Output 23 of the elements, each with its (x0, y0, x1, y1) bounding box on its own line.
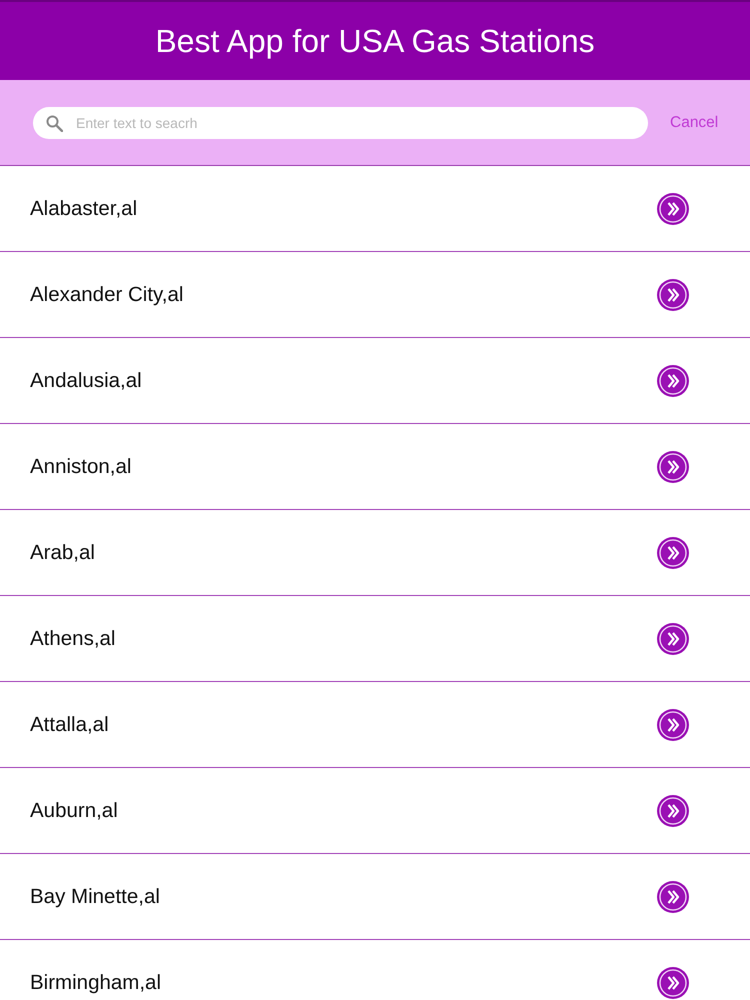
city-name: Andalusia,al (30, 368, 142, 392)
search-field[interactable]: Enter text to seacrh (33, 106, 648, 138)
city-name: Arab,al (30, 540, 95, 564)
double-chevron-icon[interactable] (657, 794, 689, 826)
city-name: Anniston,al (30, 454, 132, 478)
city-name: Bay Minette,al (30, 884, 160, 908)
double-chevron-icon[interactable] (657, 450, 689, 482)
search-icon (46, 114, 63, 132)
double-chevron-icon[interactable] (657, 278, 689, 310)
double-chevron-icon[interactable] (657, 364, 689, 396)
city-name: Alabaster,al (30, 196, 138, 220)
city-name: Auburn,al (30, 798, 118, 822)
double-chevron-icon[interactable] (657, 622, 689, 654)
double-chevron-icon[interactable] (657, 536, 689, 568)
city-name: Birmingham,al (30, 970, 162, 994)
city-name: Alexander City,al (30, 282, 184, 306)
city-name: Athens,al (30, 626, 116, 650)
app-title: Best App for USA Gas Stations (155, 22, 595, 60)
double-chevron-icon[interactable] (657, 880, 689, 912)
double-chevron-icon[interactable] (657, 966, 689, 998)
double-chevron-icon[interactable] (657, 708, 689, 740)
double-chevron-icon[interactable] (657, 192, 689, 224)
city-name: Attalla,al (30, 712, 109, 736)
